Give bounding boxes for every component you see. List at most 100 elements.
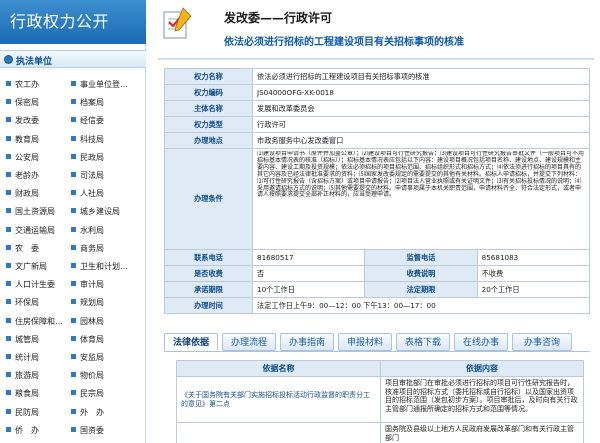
name-label: 权力名称 xyxy=(164,68,253,85)
department-link[interactable]: 民宗局 xyxy=(71,386,143,402)
tab-online[interactable]: 在线办事 xyxy=(454,333,508,351)
department-link[interactable]: 城乡建设局 xyxy=(71,204,143,220)
department-link[interactable]: 城管局 xyxy=(6,332,68,348)
square-bullet-icon xyxy=(6,135,11,141)
department-link[interactable]: 科技局 xyxy=(71,132,143,148)
department-label: 审计局 xyxy=(80,280,104,290)
department-link[interactable]: 民政局 xyxy=(71,150,143,166)
department-link[interactable]: 发改委 xyxy=(6,113,68,129)
tab-consult[interactable]: 办事咨询 xyxy=(512,333,572,351)
department-label: 规划局 xyxy=(80,298,104,308)
department-link[interactable]: 外 办 xyxy=(71,405,143,421)
supervision-label: 监督电话 xyxy=(364,249,478,266)
department-link[interactable]: 国资委 xyxy=(71,423,143,439)
department-link[interactable]: 园林局 xyxy=(71,314,143,330)
department-link[interactable]: 人社局 xyxy=(71,186,143,202)
department-link[interactable]: 公安局 xyxy=(6,150,68,166)
tab-guide[interactable]: 办事指南 xyxy=(280,333,334,351)
section-bullet-icon xyxy=(4,55,13,64)
basis-content-2: 国务院及县级以上地方人民政府发展改革部门和有关行政主管部门 xyxy=(380,422,584,443)
department-link[interactable]: 安监局 xyxy=(71,350,143,366)
department-link[interactable]: 人口计生委 xyxy=(6,277,68,293)
basis-name-link[interactable]: 《关于国务院有关部门实施招标投标活动行政监督的职责分工的意见》第二点 xyxy=(176,376,381,423)
department-link[interactable]: 经信委 xyxy=(71,113,143,129)
square-bullet-icon xyxy=(6,153,11,159)
tab-forms[interactable]: 表格下载 xyxy=(396,333,450,351)
square-bullet-icon xyxy=(6,81,11,86)
department-link[interactable]: 规划局 xyxy=(71,295,143,311)
tab-bar: 法律依据 办理流程 办事指南 申报材料 表格下载 在线办事 办事咨询 xyxy=(164,333,590,353)
square-bullet-icon xyxy=(71,408,76,414)
department-link[interactable]: 农 委 xyxy=(6,241,68,257)
place-value: 市政务服务中心发改委窗口 xyxy=(252,132,590,149)
department-label: 卫生和计划… xyxy=(80,262,128,271)
square-bullet-icon xyxy=(6,99,11,105)
square-bullet-icon xyxy=(71,372,76,378)
tab-legal-basis[interactable]: 法律依据 xyxy=(164,333,218,351)
department-link[interactable]: 卫生和计划… xyxy=(71,259,143,275)
square-bullet-icon xyxy=(71,317,76,323)
department-link[interactable]: 商务局 xyxy=(71,241,143,257)
square-bullet-icon xyxy=(71,299,76,305)
department-link[interactable]: 住房保障和… xyxy=(6,314,68,330)
department-link[interactable]: 交通运输局 xyxy=(6,223,68,239)
department-label: 安监局 xyxy=(80,353,104,362)
basis-col-content: 依据内容 xyxy=(380,360,584,377)
department-link[interactable]: 侨 办 xyxy=(6,423,68,439)
square-bullet-icon xyxy=(6,354,11,359)
department-link[interactable]: 事业单位登… xyxy=(71,77,143,93)
department-link[interactable]: 保密局 xyxy=(6,95,68,111)
department-link[interactable]: 老龄办 xyxy=(6,168,68,184)
square-bullet-icon xyxy=(6,226,11,232)
department-label: 商务局 xyxy=(80,243,104,253)
department-link[interactable]: 档案局 xyxy=(71,95,143,111)
table-row: 《关于国务院有关部门实施招标投标活动行政监督的职责分工的意见》第二点 项目审批部… xyxy=(176,376,584,423)
tab-process[interactable]: 办理流程 xyxy=(222,333,276,351)
department-link[interactable]: 农工办 xyxy=(6,77,68,93)
code-label: 权力编码 xyxy=(164,84,253,101)
department-link[interactable]: 审计局 xyxy=(71,277,143,293)
department-link[interactable]: 司法局 xyxy=(71,168,143,184)
section-title: 执法单位 xyxy=(16,57,53,67)
department-label: 司法局 xyxy=(80,171,104,180)
department-label: 经信委 xyxy=(80,116,104,126)
department-label: 城乡建设局 xyxy=(80,207,120,217)
square-bullet-icon xyxy=(71,81,76,86)
square-bullet-icon xyxy=(6,172,11,177)
department-link[interactable]: 财政局 xyxy=(6,186,68,202)
square-bullet-icon xyxy=(71,281,76,287)
info-row-type: 权力类型 行政许可 xyxy=(164,116,590,133)
department-link[interactable]: 水利局 xyxy=(71,223,143,239)
basis-name-empty xyxy=(176,422,381,443)
department-link[interactable]: 教育局 xyxy=(6,132,68,148)
tab-materials[interactable]: 申报材料 xyxy=(338,333,392,351)
department-label: 教育局 xyxy=(15,134,39,144)
department-link[interactable]: 统计局 xyxy=(6,350,68,366)
document-pen-icon xyxy=(163,7,192,39)
department-label: 档案局 xyxy=(80,98,104,108)
square-bullet-icon xyxy=(71,263,76,268)
square-bullet-icon xyxy=(6,117,11,123)
department-link[interactable]: 粮食局 xyxy=(6,386,68,402)
department-label: 保密局 xyxy=(15,98,39,108)
info-row-name: 权力名称 依法必须进行招标的工程建设项目有关招标事项的核准 xyxy=(164,68,590,85)
department-link[interactable]: 物价局 xyxy=(71,368,143,384)
department-link[interactable]: 旅游局 xyxy=(6,368,68,384)
department-label: 民宗局 xyxy=(80,389,104,399)
square-bullet-icon xyxy=(6,208,11,214)
square-bullet-icon xyxy=(71,244,76,250)
department-link[interactable]: 文广新局 xyxy=(6,259,68,275)
square-bullet-icon xyxy=(6,426,11,432)
department-label: 公安局 xyxy=(15,152,39,162)
department-link[interactable]: 体育局 xyxy=(71,332,143,348)
square-bullet-icon xyxy=(6,244,11,250)
department-link[interactable]: 国土资源局 xyxy=(6,204,68,220)
department-link[interactable]: 环保局 xyxy=(6,295,68,311)
conditions-text: ⑴建设项目申请书（原件并加盖公章）；⑵建设项目可行性研究报告；⑶建设项目可行性研… xyxy=(257,151,585,199)
square-bullet-icon xyxy=(6,190,11,196)
promise-label: 承诺期限 xyxy=(164,281,253,298)
department-link[interactable]: 民防局 xyxy=(6,405,68,421)
conditions-value: ⑴建设项目申请书（原件并加盖公章）；⑵建设项目可行性研究报告；⑶建设项目可行性研… xyxy=(252,148,590,250)
square-bullet-icon xyxy=(71,190,76,196)
department-label: 国资委 xyxy=(80,425,104,435)
